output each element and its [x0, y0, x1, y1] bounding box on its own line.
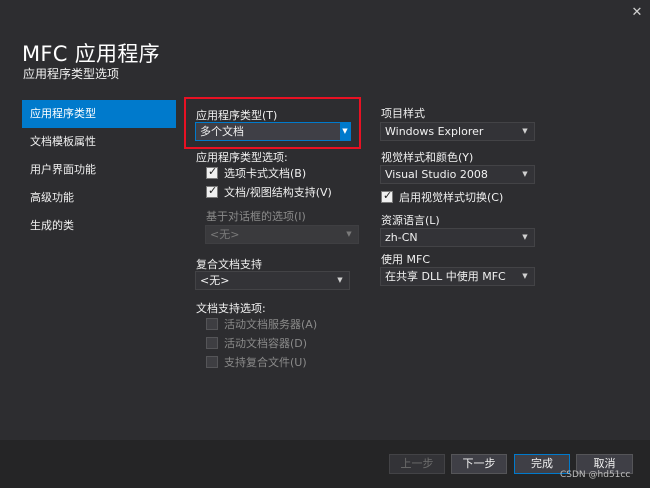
chevron-down-icon[interactable]: ▼ — [340, 123, 350, 140]
checkbox-checked-icon[interactable] — [381, 189, 393, 203]
chevron-down-icon[interactable]: ▼ — [520, 268, 530, 285]
active-doc-server-checkbox: 活动文档服务器(A) — [206, 316, 317, 332]
dialog-subtitle: 应用程序类型选项 — [23, 67, 120, 81]
sidebar-item-document-template[interactable]: 文档模板属性 — [22, 128, 176, 156]
use-mfc-select[interactable]: 在共享 DLL 中使用 MFC ▼ — [380, 267, 535, 286]
sidebar-item-application-type[interactable]: 应用程序类型 — [22, 100, 176, 128]
dialog-title: MFC 应用程序 — [22, 42, 160, 66]
sidebar-item-generated-classes[interactable]: 生成的类 — [22, 212, 176, 240]
dialog-based-value: <无> — [210, 228, 240, 241]
project-style-select[interactable]: Windows Explorer ▼ — [380, 122, 535, 141]
compound-doc-value: <无> — [200, 274, 230, 287]
app-type-value: 多个文档 — [200, 125, 244, 138]
visual-style-select[interactable]: Visual Studio 2008 ▼ — [380, 165, 535, 184]
visual-style-label: 视觉样式和颜色(Y) — [381, 151, 474, 164]
compound-doc-select[interactable]: <无> ▼ — [195, 271, 350, 290]
compound-file-label: 支持复合文件(U) — [224, 356, 307, 369]
active-doc-server-label: 活动文档服务器(A) — [224, 318, 318, 331]
checkbox-unchecked-icon — [206, 356, 218, 368]
project-style-value: Windows Explorer — [385, 125, 484, 138]
sidebar-item-user-interface[interactable]: 用户界面功能 — [22, 156, 176, 184]
dialog-based-select: <无> ▼ — [205, 225, 359, 244]
dialog-based-label: 基于对话框的选项(I) — [206, 210, 306, 223]
checkbox-checked-icon[interactable] — [206, 165, 218, 179]
checkbox-unchecked-icon — [206, 318, 218, 330]
project-style-label: 项目样式 — [381, 107, 425, 120]
resource-language-value: zh-CN — [385, 231, 418, 244]
tabbed-docs-checkbox[interactable]: 选项卡式文档(B) — [206, 165, 306, 181]
chevron-down-icon[interactable]: ▼ — [335, 272, 345, 289]
next-button[interactable]: 下一步 — [451, 454, 507, 474]
enable-style-switch-label: 启用视觉样式切换(C) — [399, 191, 504, 204]
resource-language-select[interactable]: zh-CN ▼ — [380, 228, 535, 247]
compound-doc-label: 复合文档支持 — [196, 258, 262, 271]
doc-view-label: 文档/视图结构支持(V) — [224, 186, 332, 199]
app-type-select[interactable]: 多个文档 ▼ — [195, 122, 351, 141]
sidebar-nav: 应用程序类型 文档模板属性 用户界面功能 高级功能 生成的类 — [22, 100, 176, 240]
checkbox-unchecked-icon — [206, 337, 218, 349]
chevron-down-icon[interactable]: ▼ — [520, 229, 530, 246]
app-type-options-label: 应用程序类型选项: — [196, 151, 288, 164]
watermark: CSDN @hd51cc — [560, 470, 631, 480]
compound-file-checkbox: 支持复合文件(U) — [206, 354, 307, 370]
use-mfc-label: 使用 MFC — [381, 253, 430, 266]
use-mfc-value: 在共享 DLL 中使用 MFC — [385, 270, 506, 283]
close-icon[interactable]: ✕ — [628, 4, 646, 22]
visual-style-value: Visual Studio 2008 — [385, 168, 488, 181]
active-doc-container-label: 活动文档容器(D) — [224, 337, 308, 350]
doc-support-options-label: 文档支持选项: — [196, 302, 266, 315]
app-type-label: 应用程序类型(T) — [196, 109, 278, 122]
chevron-down-icon[interactable]: ▼ — [520, 123, 530, 140]
enable-style-switch-checkbox[interactable]: 启用视觉样式切换(C) — [381, 189, 503, 205]
chevron-down-icon: ▼ — [346, 230, 352, 238]
active-doc-container-checkbox: 活动文档容器(D) — [206, 335, 307, 351]
tabbed-docs-label: 选项卡式文档(B) — [224, 167, 307, 180]
previous-button[interactable]: 上一步 — [389, 454, 445, 474]
chevron-down-icon[interactable]: ▼ — [520, 166, 530, 183]
sidebar-item-advanced[interactable]: 高级功能 — [22, 184, 176, 212]
resource-language-label: 资源语言(L) — [381, 214, 440, 227]
checkbox-checked-icon[interactable] — [206, 184, 218, 198]
doc-view-checkbox[interactable]: 文档/视图结构支持(V) — [206, 184, 332, 200]
